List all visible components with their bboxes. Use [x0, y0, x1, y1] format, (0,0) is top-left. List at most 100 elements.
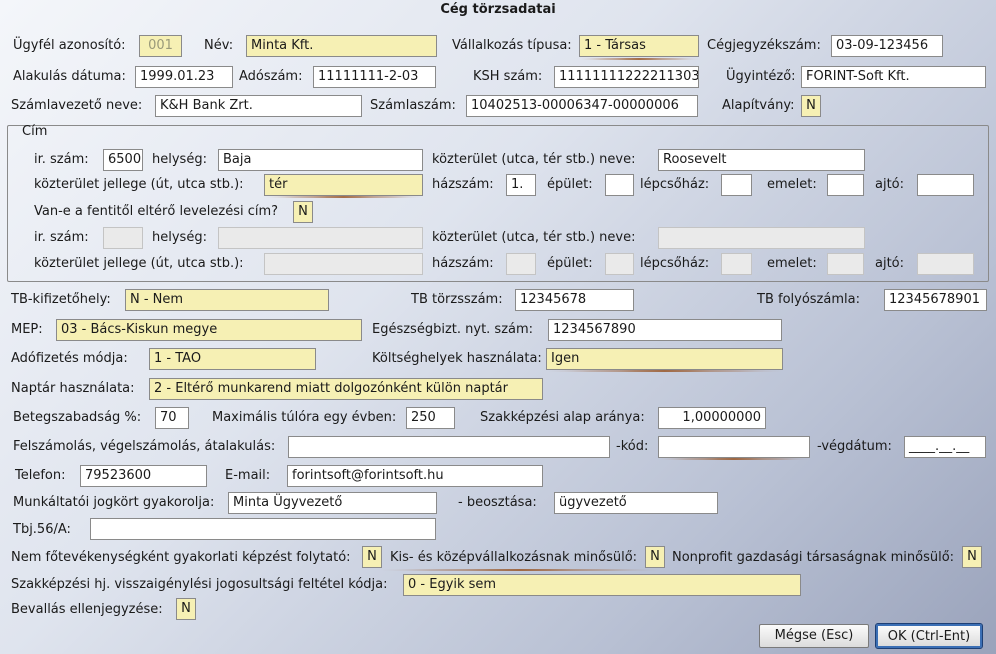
tb-kifizetohely-select[interactable]: N - Nem [125, 289, 329, 311]
label-szamlavezeto-neve: Számlavezető neve: [11, 98, 143, 113]
label-email: E-mail: [225, 468, 271, 483]
mep-select[interactable]: 03 - Bács-Kiskun megye [56, 319, 362, 341]
label-nonprofit: Nonprofit gazdasági társaságnak minősülő… [672, 550, 955, 565]
elterő-levelezesi-checkbox[interactable]: N [293, 201, 313, 223]
label-kozterulet-neve-2: közterület (utca, tér stb.) neve: [432, 230, 636, 245]
ir-szam-field[interactable]: 6500 [103, 149, 143, 171]
betegszabadsag-field[interactable]: 70 [155, 407, 189, 429]
levelezesi-ir-szam-field [103, 227, 143, 249]
kozterulet-jellege-select[interactable]: tér [264, 174, 423, 196]
label-szakkepzesi-arany: Szakképzési alap aránya: [480, 410, 645, 425]
label-ajto: ajtó: [875, 177, 905, 192]
label-emelet-2: emelet: [767, 256, 817, 271]
label-nem-fotev: Nem főtevékenységként gyakorlati képzést… [11, 550, 351, 565]
ok-button[interactable]: OK (Ctrl-Ent) [875, 623, 983, 649]
ksh-szam-field[interactable]: 11111111222211303 [554, 66, 699, 88]
cancel-button[interactable]: Mégse (Esc) [759, 624, 869, 648]
levelezesi-helyseg-field [218, 227, 423, 249]
label-kod: -kód: [616, 439, 649, 454]
label-kozterulet-jellege: közterület jellege (út, utca stb.): [34, 177, 244, 192]
label-emelet: emelet: [767, 177, 817, 192]
kis-kozep-checkbox[interactable]: N [645, 546, 665, 568]
label-szamlaszam: Számlaszám: [370, 98, 456, 113]
kozterulet-neve-field[interactable]: Roosevelt [658, 149, 865, 171]
kod-field[interactable] [658, 436, 810, 458]
alakulas-datuma-field[interactable]: 1999.01.23 [135, 66, 233, 88]
label-kozterulet-neve: közterület (utca, tér stb.) neve: [432, 152, 636, 167]
felszamolas-field[interactable] [288, 436, 610, 458]
szamlaszam-field[interactable]: 10402513-00006347-00000006 [466, 95, 698, 117]
label-cegjegyzekszam: Cégjegyzékszám: [707, 38, 821, 53]
munkaltatoi-field[interactable]: Minta Ügyvezető [228, 492, 437, 514]
levelezesi-ajto-field [917, 253, 974, 275]
label-adofizetes-modja: Adófizetés módja: [11, 351, 128, 366]
szakkepzesi-arany-field[interactable]: 1,00000000 [658, 407, 766, 429]
adofizetes-modja-select[interactable]: 1 - TAO [149, 348, 316, 370]
szamlavezeto-neve-field[interactable]: K&H Bank Zrt. [155, 95, 362, 117]
alapitvany-checkbox[interactable]: N [801, 95, 821, 117]
label-tb-torzsszam: TB törzsszám: [411, 292, 503, 307]
label-ugyfel-azonosito: Ügyfél azonosító: [13, 38, 126, 53]
label-hazszam-2: házszám: [432, 256, 494, 271]
label-ajto-2: ajtó: [875, 256, 905, 271]
label-ir-szam-2: ir. szám: [34, 230, 89, 245]
label-mep: MEP: [11, 322, 43, 337]
label-lepcsohaz-2: lépcsőház: [640, 256, 710, 271]
label-nev: Név: [204, 38, 234, 53]
levelezesi-emelet-field [827, 253, 864, 275]
epulet-field[interactable] [605, 174, 634, 196]
naptar-select[interactable]: 2 - Eltérő munkarend miatt dolgozónként … [149, 378, 543, 400]
tb-torzsszam-field[interactable]: 12345678 [515, 289, 634, 311]
label-epulet-2: épület: [547, 256, 593, 271]
field-underline [264, 196, 423, 198]
field-underline [546, 370, 783, 372]
label-kis-kozep: Kis- és középvállalkozásnak minősülő: [390, 550, 638, 565]
bevallas-checkbox[interactable]: N [176, 598, 196, 620]
helyseg-field[interactable]: Baja [218, 149, 423, 171]
levelezesi-lepcsohaz-field [721, 253, 752, 275]
ajto-field[interactable] [917, 174, 974, 196]
field-underline [579, 58, 699, 60]
tbj56a-field[interactable] [90, 518, 436, 540]
label-ksh-szam: KSH szám: [473, 69, 543, 84]
tb-folyoszamla-field[interactable]: 12345678901 [884, 289, 987, 311]
lepcsohaz-field[interactable] [721, 174, 752, 196]
koltseghelyek-select[interactable]: Igen [546, 348, 783, 370]
vallalkozas-tipusa-select[interactable]: 1 - Társas [579, 35, 699, 57]
label-ugyintezo: Ügyintéző: [726, 69, 796, 84]
label-telefon: Telefon: [15, 468, 66, 483]
vegdatum-field[interactable]: ____.__.__ [904, 436, 986, 458]
label-vegdatum: -végdátum: [817, 439, 892, 454]
nem-fotev-checkbox[interactable]: N [362, 546, 382, 568]
label-alakulas-datuma: Alakulás dátuma: [13, 69, 126, 84]
ugyintezo-field[interactable]: FORINT-Soft Kft. [801, 66, 986, 88]
label-vallalkozas-tipusa: Vállalkozás típusa: [452, 38, 572, 53]
beosztasa-field[interactable]: ügyvezető [554, 492, 718, 514]
field-underline [380, 569, 660, 571]
label-helyseg: helység: [152, 152, 207, 167]
label-elterő-levelezesi: Van-e a fentitől eltérő levelezési cím? [34, 204, 279, 219]
szakkepzesi-kod-select[interactable]: 0 - Egyik sem [403, 574, 801, 596]
label-beosztasa: - beosztása: [458, 495, 537, 510]
nev-field[interactable]: Minta Kft. [246, 35, 437, 57]
ugyfel-azonosito-field: 001 [139, 35, 182, 57]
label-max-tulora: Maximális túlóra egy évben: [212, 410, 397, 425]
label-tb-kifizetohely: TB-kifizetőhely: [11, 292, 111, 307]
egeszsegbizt-field[interactable]: 1234567890 [548, 319, 782, 341]
emelet-field[interactable] [827, 174, 864, 196]
email-field[interactable]: forintsoft@forintsoft.hu [287, 465, 543, 487]
telefon-field[interactable]: 79523600 [80, 465, 207, 487]
label-helyseg-2: helység: [152, 230, 207, 245]
window-title: Cég törzsadatai [440, 2, 556, 17]
label-naptar: Naptár használata: [11, 381, 135, 396]
label-tb-folyoszamla: TB folyószámla: [757, 292, 860, 307]
label-epulet: épület: [547, 177, 593, 192]
label-koltseghelyek: Költséghelyek használata: [372, 351, 542, 366]
nonprofit-checkbox[interactable]: N [962, 546, 982, 568]
label-szakkepzesi-kod: Szakképzési hj. visszaigénylési jogosult… [11, 577, 388, 592]
cegjegyzekszam-field[interactable]: 03-09-123456 [831, 35, 943, 57]
levelezesi-epulet-field [605, 253, 634, 275]
hazszam-field[interactable]: 1. [506, 174, 536, 196]
max-tulora-field[interactable]: 250 [406, 407, 455, 429]
adoszam-field[interactable]: 11111111-2-03 [313, 66, 436, 88]
